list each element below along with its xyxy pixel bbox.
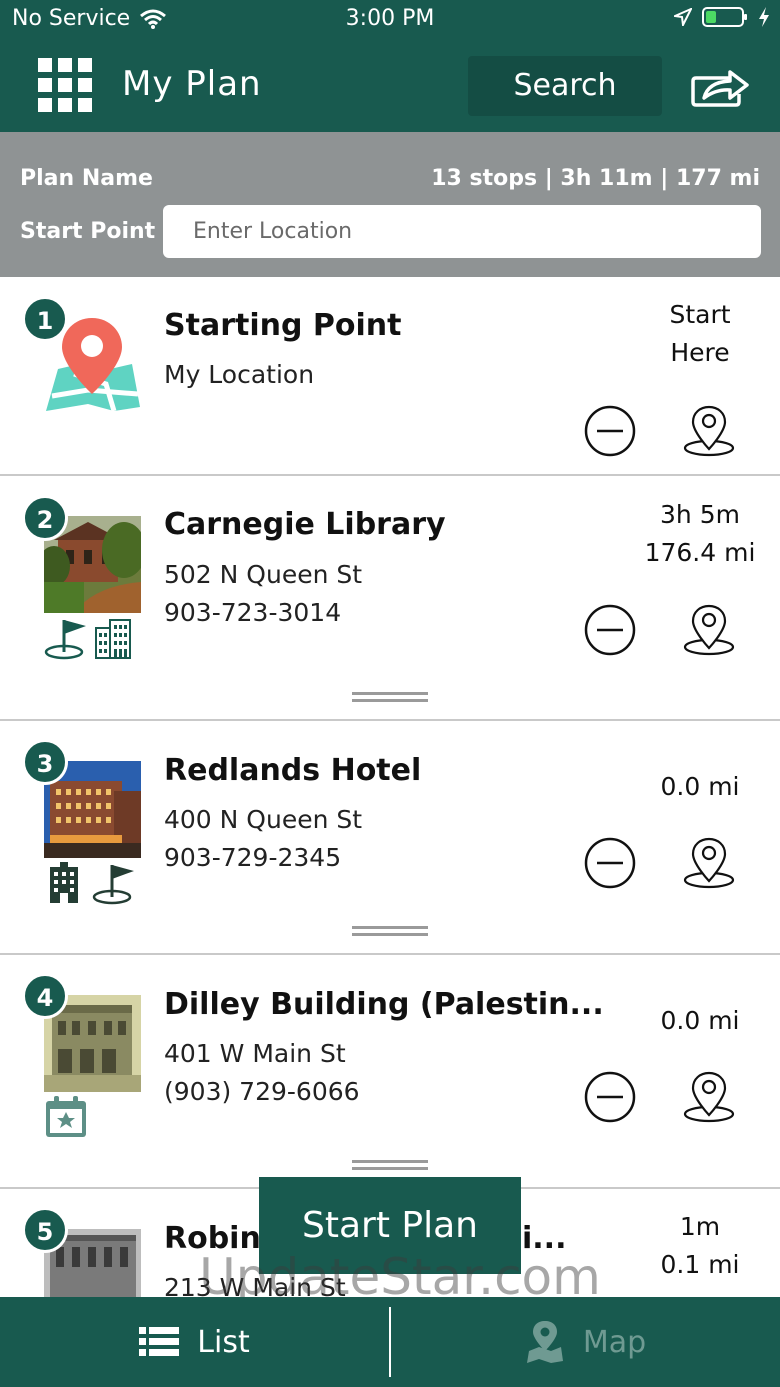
stop-name: Starting Point	[164, 308, 402, 343]
plan-name-label: Plan Name	[20, 166, 153, 191]
stop-eta-line-1: 0.0 mi	[660, 772, 740, 801]
remove-stop-icon[interactable]	[584, 1071, 636, 1123]
calendar-event-icon	[46, 1096, 86, 1137]
stop-item-3[interactable]: 3 Redlands Hotel 400 N Queen St 903-729-…	[0, 721, 780, 955]
remove-stop-icon[interactable]	[584, 604, 636, 656]
grid-menu-icon[interactable]	[38, 58, 92, 112]
status-bar: No Service 3:00 PM	[0, 0, 780, 40]
stop-address: 401 W Main St	[164, 1039, 346, 1068]
map-pin-icon[interactable]	[682, 837, 736, 889]
tab-list[interactable]: List	[0, 1297, 389, 1387]
stop-phone[interactable]: 903-723-3014	[164, 598, 341, 627]
stop-address: 213 W Main St	[164, 1273, 346, 1297]
stop-item-2[interactable]: 2 Carnegie Library 502 N Queen St 903-72…	[0, 476, 780, 721]
clock: 3:00 PM	[345, 6, 435, 31]
list-icon	[139, 1327, 180, 1356]
battery-icon	[702, 7, 747, 27]
stop-eta: 3h 5m 176.4 mi	[620, 496, 780, 572]
stop-number-badge: 3	[23, 740, 67, 784]
remove-stop-icon[interactable]	[584, 405, 636, 457]
bottom-tab-bar: List Map	[0, 1297, 780, 1387]
stop-subtitle: My Location	[164, 360, 315, 389]
stop-item-1[interactable]: 1 Starting Point My Location Start Here	[0, 277, 780, 476]
app-header: My Plan Search	[0, 40, 780, 132]
stop-name: Carnegie Library	[164, 507, 446, 542]
drag-handle[interactable]	[352, 926, 428, 936]
landmark-flag-icon	[92, 865, 134, 905]
stop-number-badge: 2	[23, 496, 67, 540]
map-pin-icon[interactable]	[682, 604, 736, 656]
stop-eta-line-1: 3h 5m	[660, 500, 740, 529]
drag-handle[interactable]	[352, 692, 428, 702]
map-pin-icon[interactable]	[682, 405, 736, 457]
stop-eta-line-1: 0.0 mi	[660, 1006, 740, 1035]
building-icon	[95, 619, 131, 659]
location-arrow-icon	[674, 8, 692, 26]
start-plan-button[interactable]: Start Plan	[259, 1177, 521, 1274]
stop-eta-line-1: 1m	[679, 1212, 721, 1241]
stop-eta-line-1: Start	[669, 300, 731, 329]
search-button[interactable]: Search	[468, 56, 662, 116]
charging-icon	[759, 7, 769, 27]
plan-stats: 13 stops | 3h 11m | 177 mi	[431, 166, 760, 191]
stop-eta: Start Here	[620, 296, 780, 372]
share-icon[interactable]	[690, 64, 750, 108]
tab-map[interactable]: Map	[391, 1297, 780, 1387]
stop-name: Redlands Hotel	[164, 753, 422, 788]
map-pin-icon	[526, 1321, 563, 1363]
stop-name-tail: i...	[522, 1221, 567, 1256]
stop-number-badge: 5	[23, 1208, 67, 1252]
stop-number-badge: 4	[23, 974, 67, 1018]
landmark-flag-icon	[44, 620, 86, 660]
plan-info-bar: Plan Name 13 stops | 3h 11m | 177 mi Sta…	[0, 132, 780, 277]
remove-stop-icon[interactable]	[584, 837, 636, 889]
stop-eta-line-2: 176.4 mi	[644, 538, 756, 567]
stop-eta: 0.0 mi	[620, 1002, 780, 1040]
stop-address: 502 N Queen St	[164, 560, 363, 589]
stop-number-badge: 1	[23, 297, 67, 341]
stop-eta: 0.0 mi	[620, 768, 780, 806]
stop-address: 400 N Queen St	[164, 805, 363, 834]
stop-name: Dilley Building (Palestin...	[164, 987, 604, 1022]
page-title: My Plan	[122, 64, 262, 104]
start-point-label: Start Point	[20, 219, 156, 244]
stop-phone[interactable]: (903) 729-6066	[164, 1077, 360, 1106]
start-location-input[interactable]	[163, 205, 761, 258]
map-pin-icon[interactable]	[682, 1071, 736, 1123]
tab-map-label: Map	[582, 1324, 647, 1360]
stop-eta: 1m 0.1 mi	[620, 1208, 780, 1284]
tab-list-label: List	[197, 1324, 250, 1360]
drag-handle[interactable]	[352, 1160, 428, 1170]
stop-eta-line-2: 0.1 mi	[660, 1250, 740, 1279]
stop-eta-line-2: Here	[670, 338, 730, 367]
stop-item-4[interactable]: 4 Dilley Building (Palestin... 401 W Mai…	[0, 955, 780, 1189]
stop-phone[interactable]: 903-729-2345	[164, 843, 341, 872]
hotel-icon	[50, 862, 78, 903]
